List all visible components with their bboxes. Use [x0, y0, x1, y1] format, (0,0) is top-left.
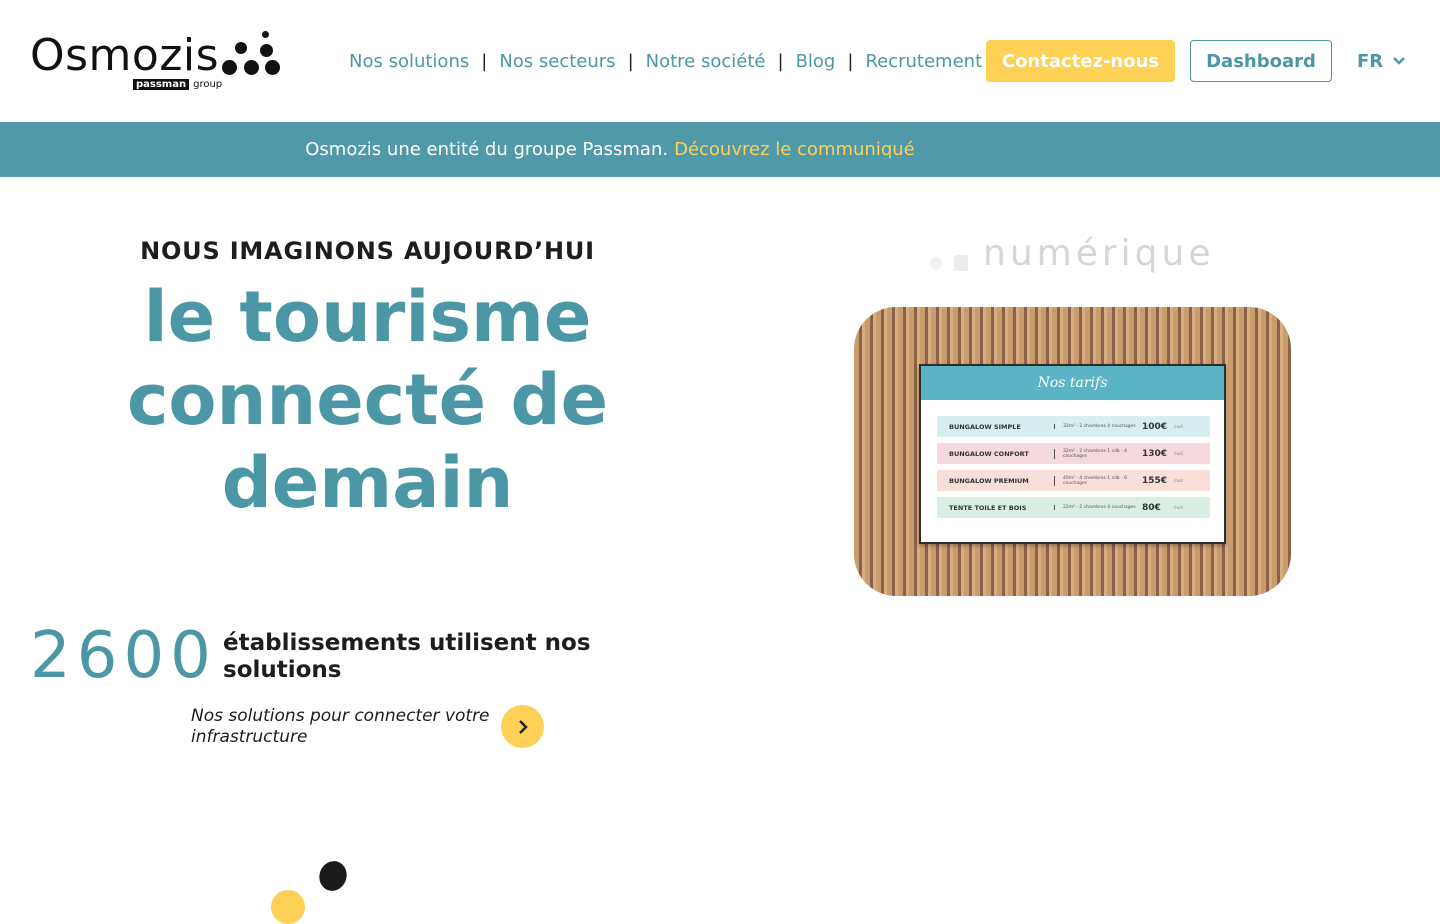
price-row-name: BUNGALOW SIMPLE	[949, 422, 1021, 431]
announcement-banner: Osmozis une entité du groupe Passman. Dé…	[0, 122, 1440, 177]
main-nav: Nos solutions | Nos secteurs | Notre soc…	[349, 48, 982, 74]
nav-separator: |	[847, 50, 854, 72]
rotating-word: numérique	[983, 233, 1215, 274]
price-row: BUNGALOW SIMPLE 32m² - 2 chambres 4 couc…	[937, 416, 1210, 437]
price-row-price: 130€	[1142, 448, 1168, 459]
language-label: FR	[1357, 50, 1384, 72]
price-row-desc: 32m² - 2 chambres 4 couchages	[1054, 424, 1142, 429]
price-row-name: TENTE TOILE ET BOIS	[949, 503, 1027, 512]
display-screen-image: Nos tarifs BUNGALOW SIMPLE 32m² - 2 cham…	[854, 307, 1291, 596]
contact-button[interactable]: Contactez-nous	[986, 40, 1175, 82]
price-row-desc: 22m² - 2 chambres 4 couchages	[1054, 505, 1142, 510]
logo-subtitle: passman group	[133, 78, 222, 92]
price-row-name: BUNGALOW PREMIUM	[949, 476, 1029, 485]
solutions-arrow-button[interactable]	[501, 705, 544, 748]
nav-separator: |	[627, 50, 634, 72]
dashboard-button[interactable]: Dashboard	[1190, 40, 1332, 82]
banner-text: Osmozis une entité du groupe Passman.	[305, 139, 669, 160]
price-row: TENTE TOILE ET BOIS 22m² - 2 chambres 4 …	[937, 497, 1210, 518]
price-row-unit: /nuit	[1174, 505, 1184, 510]
hero-title: le tourisme connecté de demain	[126, 276, 609, 524]
nav-item-societe[interactable]: Notre société	[646, 51, 766, 72]
price-row: BUNGALOW CONFORT 32m² - 2 chambres 1 sdb…	[937, 443, 1210, 464]
price-row-price: 100€	[1142, 421, 1168, 432]
screen-content: Nos tarifs BUNGALOW SIMPLE 32m² - 2 cham…	[919, 364, 1226, 544]
faded-dots-icon	[930, 255, 968, 271]
price-row-unit: /nuit	[1174, 451, 1184, 456]
screen-heading: Nos tarifs	[921, 366, 1224, 400]
chevron-right-icon	[518, 719, 528, 734]
price-row-desc: 40m² - 4 chambres 1 sdb - 6 couchages	[1054, 475, 1142, 486]
banner-link[interactable]: Découvrez le communiqué	[674, 139, 915, 160]
price-row-price: 155€	[1142, 475, 1168, 486]
price-row-name: BUNGALOW CONFORT	[949, 449, 1029, 458]
solutions-teaser: Nos solutions pour connecter votre infra…	[191, 706, 490, 747]
logo-wordmark: Osmozis	[30, 30, 220, 81]
nav-item-solutions[interactable]: Nos solutions	[349, 51, 469, 72]
price-row-unit: /nuit	[1174, 478, 1184, 483]
logo-dots-icon	[222, 30, 282, 80]
chevron-down-icon	[1393, 57, 1406, 65]
price-row-unit: /nuit	[1174, 424, 1184, 429]
nav-item-blog[interactable]: Blog	[796, 51, 836, 72]
stat-label: établissements utilisent nos solutions	[223, 630, 591, 683]
osmozis-logo[interactable]: Osmozis passman group	[30, 30, 280, 94]
nav-item-recrutement[interactable]: Recrutement	[865, 51, 982, 72]
hero-kicker: NOUS IMAGINONS AUJOURD’HUI	[140, 237, 595, 265]
nav-separator: |	[777, 50, 784, 72]
stat-number: 2600	[30, 619, 217, 693]
decorative-dot	[315, 857, 351, 895]
decorative-dot	[271, 890, 305, 924]
price-row: BUNGALOW PREMIUM 40m² - 4 chambres 1 sdb…	[937, 470, 1210, 491]
nav-separator: |	[481, 50, 488, 72]
language-selector[interactable]: FR	[1357, 48, 1406, 74]
price-row-desc: 32m² - 2 chambres 1 sdb - 4 couchages	[1054, 448, 1142, 459]
price-row-price: 80€	[1142, 502, 1161, 513]
site-header: Osmozis passman group Nos solutions | Nos…	[0, 0, 1440, 122]
nav-item-secteurs[interactable]: Nos secteurs	[499, 51, 615, 72]
